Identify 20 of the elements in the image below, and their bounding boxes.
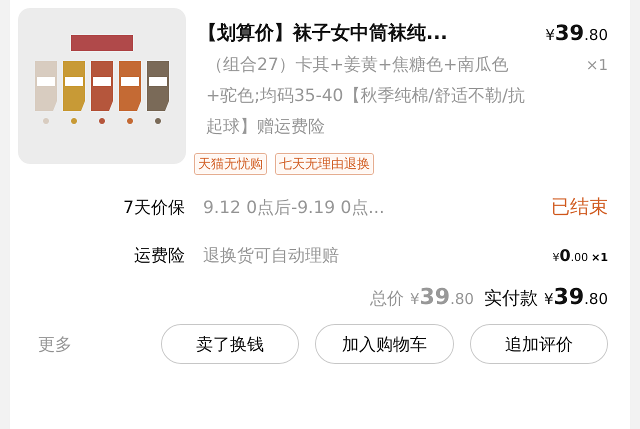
service-detail: 退换货可自动理赔 xyxy=(203,244,340,266)
quantity: ×1 xyxy=(586,56,608,74)
action-button[interactable]: 追加评价 xyxy=(470,324,608,364)
product-title: 【划算价】袜子女中筒袜纯... xyxy=(198,21,448,46)
action-button[interactable]: 加入购物车 xyxy=(315,324,454,364)
service-price: ¥0.00 xyxy=(552,246,588,264)
unit-price: ¥39.80 xyxy=(545,21,608,45)
total-label: 总价 xyxy=(370,288,404,310)
action-button[interactable]: 卖了换钱 xyxy=(161,324,300,364)
service-label: 7天价保 xyxy=(122,196,185,218)
paid-price: ¥39.80 xyxy=(544,285,608,310)
service-detail: 9.12 0点后-9.19 0点... xyxy=(203,196,386,218)
service-label: 运费险 xyxy=(133,244,185,266)
sku-description: （组合27）卡其+姜黄+焦糖色+南瓜色+驼色;均码35-40【秋季纯棉/舒适不勒/抗起球】赠运费险 xyxy=(206,54,526,139)
total-price: ¥39.80 xyxy=(410,285,474,310)
service-status: 已结束 xyxy=(551,195,608,220)
service-quantity: ×1 xyxy=(591,250,608,264)
service-tag: 七天无理由退换 xyxy=(275,153,374,175)
service-tag: 天猫无忧购 xyxy=(194,153,267,175)
paid-label: 实付款 xyxy=(484,287,538,310)
